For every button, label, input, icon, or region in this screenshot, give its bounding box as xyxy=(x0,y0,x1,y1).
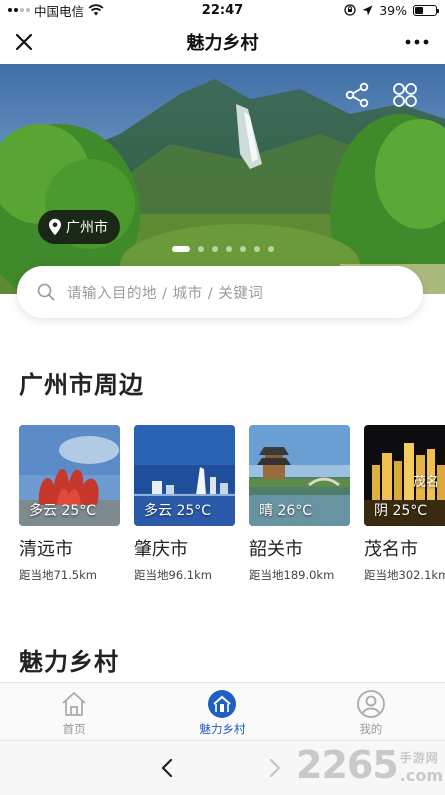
search-input[interactable]: 请输入目的地 / 城市 / 关键词 xyxy=(17,266,423,318)
profile-icon xyxy=(356,690,385,718)
city-distance: 距当地71.5km xyxy=(19,568,97,582)
tab-home[interactable]: 首页 xyxy=(0,683,148,740)
home-icon xyxy=(62,692,86,716)
city-distance: 距当地302.1km xyxy=(364,568,445,582)
village-section-title: 魅力乡村 xyxy=(19,648,119,676)
city-image: 茂名 阴 25°C xyxy=(364,425,445,526)
carousel-dot[interactable] xyxy=(225,246,232,252)
carousel-dot[interactable] xyxy=(171,246,190,252)
carousel-dots xyxy=(0,246,445,252)
close-icon xyxy=(15,33,33,51)
village-icon xyxy=(208,690,237,718)
city-weather: 多云 25°C xyxy=(144,503,212,519)
close-button[interactable] xyxy=(10,28,38,56)
search-icon xyxy=(37,283,55,301)
city-name: 茂名市 xyxy=(364,539,418,560)
chevron-right-icon xyxy=(269,758,281,778)
city-image: 多云 25°C xyxy=(19,425,120,526)
city-image: 晴 26°C xyxy=(249,425,350,526)
battery-percent: 39% xyxy=(379,2,407,18)
chevron-left-icon xyxy=(161,758,173,778)
map-pin-icon xyxy=(49,218,61,236)
nearby-city-list: 多云 25°C 清远市 距当地71.5km 多云 25°C 肇庆市 距当地96.… xyxy=(19,425,445,585)
city-card[interactable]: 晴 26°C 韶关市 距当地189.0km xyxy=(249,425,350,583)
watermark-domain: .com xyxy=(399,766,443,785)
browser-toolbar: 2265 手游网 .com xyxy=(0,740,445,795)
location-badge[interactable]: 广州市 xyxy=(38,210,120,244)
carousel-dot[interactable] xyxy=(267,246,274,252)
lock-rotation-icon xyxy=(344,4,356,16)
app-grid-icon[interactable] xyxy=(392,82,418,108)
city-image-caption: 茂名 xyxy=(412,475,439,490)
hero-image xyxy=(0,64,445,294)
tab-label: 我的 xyxy=(359,722,383,736)
watermark-sub: 手游网 xyxy=(399,751,439,765)
search-placeholder: 请输入目的地 / 城市 / 关键词 xyxy=(67,285,264,302)
status-left: 中国电信 xyxy=(8,1,104,20)
city-distance: 距当地189.0km xyxy=(249,568,335,582)
signal-icon xyxy=(8,8,30,12)
more-dots-icon xyxy=(405,39,429,45)
location-label: 广州市 xyxy=(66,220,108,236)
forward-button[interactable] xyxy=(262,755,288,781)
city-weather: 晴 26°C xyxy=(259,503,313,519)
watermark-logo: 2265 手游网 .com xyxy=(296,743,443,787)
wifi-icon xyxy=(88,4,104,16)
battery-fill xyxy=(415,6,423,14)
tab-label: 首页 xyxy=(62,722,86,736)
status-bar: 中国电信 22:47 39% xyxy=(0,0,445,20)
nearby-section-title: 广州市周边 xyxy=(19,371,144,399)
carousel-dot[interactable] xyxy=(239,246,246,252)
city-name: 韶关市 xyxy=(249,539,303,560)
status-right: 39% xyxy=(344,0,439,20)
share-icon[interactable] xyxy=(344,82,370,108)
tab-village[interactable]: 魅力乡村 xyxy=(148,683,296,740)
city-name: 清远市 xyxy=(19,539,73,560)
location-arrow-icon xyxy=(362,5,373,15)
city-weather: 多云 25°C xyxy=(29,503,97,519)
nav-bar: 魅力乡村 xyxy=(0,20,445,64)
city-card[interactable]: 多云 25°C 肇庆市 距当地96.1km xyxy=(134,425,235,583)
back-button[interactable] xyxy=(154,755,180,781)
more-button[interactable] xyxy=(401,28,433,56)
carousel-dot[interactable] xyxy=(211,246,218,252)
city-weather: 阴 25°C xyxy=(374,503,428,519)
city-card[interactable]: 茂名 阴 25°C 茂名市 距当地302.1km xyxy=(364,425,445,583)
carrier-label: 中国电信 xyxy=(34,3,85,19)
city-distance: 距当地96.1km xyxy=(134,568,212,582)
battery-icon xyxy=(413,4,439,16)
city-name: 肇庆市 xyxy=(134,539,188,560)
watermark-number: 2265 xyxy=(296,743,399,787)
city-card[interactable]: 多云 25°C 清远市 距当地71.5km xyxy=(19,425,120,583)
tab-label: 魅力乡村 xyxy=(199,722,246,736)
tab-bar: 首页 魅力乡村 我的 xyxy=(0,682,445,740)
carousel-dot[interactable] xyxy=(197,246,204,252)
carousel-dot[interactable] xyxy=(253,246,260,252)
tab-profile[interactable]: 我的 xyxy=(297,683,445,740)
hero-banner[interactable]: 广州市 xyxy=(0,64,445,294)
page-title: 魅力乡村 xyxy=(186,33,259,54)
city-image: 多云 25°C xyxy=(134,425,235,526)
